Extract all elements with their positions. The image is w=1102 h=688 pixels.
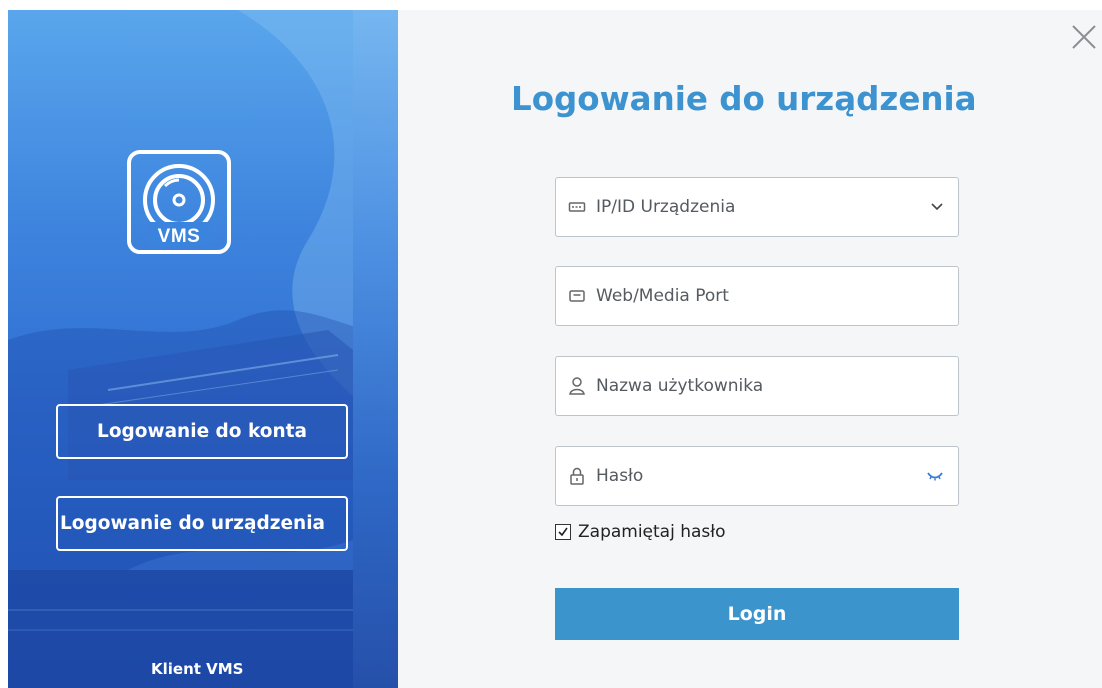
password-field[interactable] — [555, 446, 959, 506]
port-field[interactable] — [555, 266, 959, 326]
port-input[interactable] — [596, 267, 916, 325]
ip-icon — [568, 178, 586, 236]
login-window: VMS Logowanie do konta Logowanie do urzą… — [8, 10, 1102, 688]
side-strip — [353, 10, 398, 688]
account-login-button[interactable]: Logowanie do konta — [56, 404, 348, 459]
background-illustration — [8, 10, 398, 688]
checkmark-icon — [558, 527, 568, 537]
remember-checkbox[interactable] — [555, 524, 571, 540]
close-button[interactable] — [1069, 22, 1099, 52]
port-icon — [568, 267, 586, 325]
app-name: Klient VMS — [151, 660, 244, 678]
left-panel: VMS Logowanie do konta Logowanie do urzą… — [8, 10, 398, 688]
ip-dropdown-button[interactable] — [930, 178, 944, 236]
remember-label: Zapamiętaj hasło — [578, 522, 726, 542]
eye-closed-icon — [927, 472, 943, 481]
vms-logo: VMS — [127, 150, 231, 254]
ip-id-input[interactable] — [596, 178, 916, 236]
username-field[interactable] — [555, 356, 959, 416]
remember-password[interactable]: Zapamiętaj hasło — [555, 522, 726, 542]
page-title: Logowanie do urządzenia — [511, 80, 977, 118]
username-input[interactable] — [596, 357, 916, 415]
show-password-toggle[interactable] — [926, 447, 944, 505]
user-icon — [568, 357, 586, 415]
lock-icon — [568, 447, 586, 505]
password-input[interactable] — [596, 447, 916, 505]
logo-text: VMS — [157, 226, 201, 247]
ip-id-field[interactable] — [555, 177, 959, 237]
close-icon — [1072, 25, 1096, 49]
chevron-down-icon — [931, 203, 943, 211]
device-login-button[interactable]: Logowanie do urządzenia — [56, 496, 348, 551]
login-button[interactable]: Login — [555, 588, 959, 640]
